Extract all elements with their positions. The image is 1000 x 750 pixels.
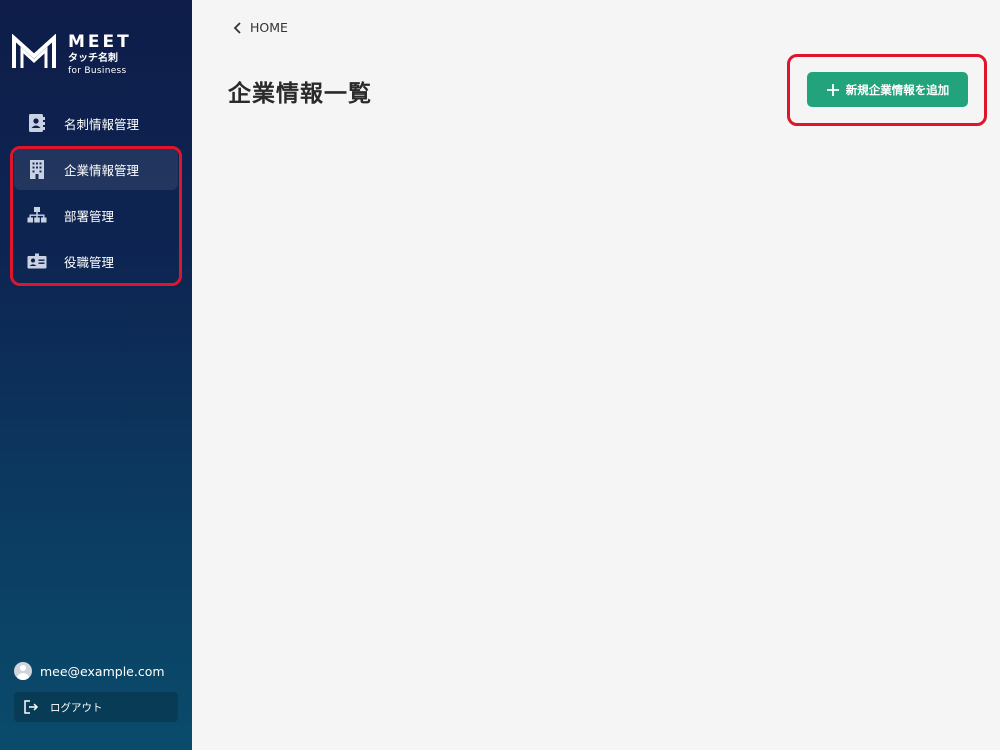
sidebar-item-label: 企業情報管理 bbox=[64, 162, 140, 178]
sidebar-item-label: 名刺情報管理 bbox=[64, 116, 140, 132]
main-content: HOME 企業情報一覧 新規企業情報を追加 bbox=[192, 0, 1000, 750]
sidebar-item-departments[interactable]: 部署管理 bbox=[14, 194, 178, 236]
logout-label: ログアウト bbox=[50, 701, 103, 714]
logout-icon bbox=[22, 698, 40, 716]
meet-logo-icon bbox=[12, 34, 56, 68]
breadcrumb-home-link[interactable]: HOME bbox=[232, 20, 288, 35]
sidebar-item-companies[interactable]: 企業情報管理 bbox=[14, 148, 178, 190]
logo[interactable]: MEET タッチ名刺 for Business bbox=[12, 34, 132, 76]
id-badge-icon bbox=[26, 250, 48, 272]
user-email: mee@example.com bbox=[40, 663, 165, 679]
building-icon bbox=[26, 158, 48, 180]
breadcrumb-label: HOME bbox=[250, 20, 288, 35]
contact-book-icon bbox=[26, 112, 48, 134]
org-chart-icon bbox=[26, 204, 48, 226]
sidebar-item-positions[interactable]: 役職管理 bbox=[14, 240, 178, 282]
page-title: 企業情報一覧 bbox=[228, 81, 372, 107]
add-button-label: 新規企業情報を追加 bbox=[845, 82, 950, 97]
logout-button[interactable]: ログアウト bbox=[14, 692, 178, 722]
brand-subtitle: タッチ名刺 bbox=[68, 53, 118, 64]
avatar bbox=[14, 662, 32, 680]
user-info: mee@example.com bbox=[14, 662, 165, 680]
sidebar-item-business-cards[interactable]: 名刺情報管理 bbox=[14, 102, 178, 144]
sidebar-nav: 名刺情報管理 企業情報管理 部署管理 役職管理 bbox=[14, 102, 178, 286]
sidebar-item-label: 役職管理 bbox=[64, 254, 115, 270]
add-company-button[interactable]: 新規企業情報を追加 bbox=[807, 72, 968, 107]
brand-tagline: for Business bbox=[68, 66, 127, 76]
plus-icon bbox=[826, 83, 839, 96]
brand-name: MEET bbox=[68, 32, 132, 52]
sidebar: MEET タッチ名刺 for Business 名刺情報管理 企業情報管理 部署… bbox=[0, 0, 192, 750]
chevron-left-icon bbox=[233, 21, 241, 34]
sidebar-item-label: 部署管理 bbox=[64, 208, 115, 224]
